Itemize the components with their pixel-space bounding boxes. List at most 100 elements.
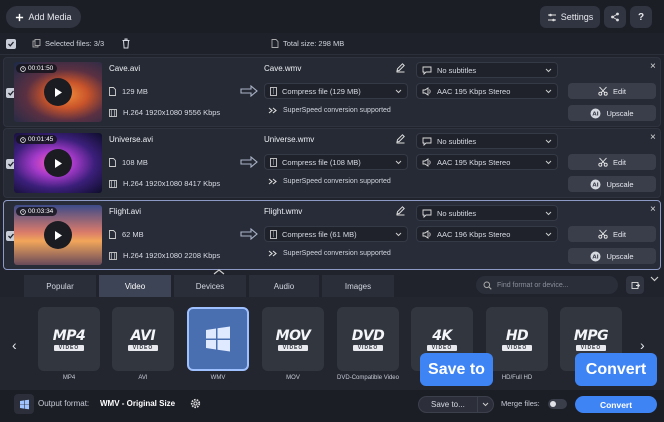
play-button[interactable]	[44, 149, 72, 177]
subtitles-dropdown[interactable]: No subtitles	[416, 133, 558, 149]
output-file-name[interactable]: Cave.wmv	[264, 64, 301, 73]
chevron-down-icon	[395, 160, 402, 165]
compress-icon	[270, 86, 277, 96]
save-to-dropdown-chevron-icon[interactable]	[477, 397, 493, 412]
tab-popular[interactable]: Popular	[24, 275, 96, 297]
audio-dropdown[interactable]: AAC 195 Kbps Stereo	[416, 154, 558, 170]
film-icon	[109, 251, 117, 260]
audio-dropdown[interactable]: AAC 196 Kbps Stereo	[416, 226, 558, 242]
collapse-formats-icon[interactable]	[213, 269, 225, 275]
chevron-down-icon	[545, 160, 552, 165]
compress-dropdown[interactable]: Compress file (129 MB)	[264, 83, 408, 99]
output-format-label: Output format:	[38, 399, 90, 408]
help-button[interactable]: ?	[630, 6, 652, 28]
output-settings-gear-icon[interactable]	[189, 397, 202, 410]
tab-video[interactable]: Video	[99, 275, 171, 297]
duration-badge: 00:03:34	[16, 207, 58, 216]
document-icon	[271, 39, 279, 48]
expand-icon[interactable]	[650, 276, 659, 282]
delete-selected-button[interactable]	[121, 38, 131, 49]
add-media-button[interactable]: Add Media	[6, 6, 81, 28]
duration-badge: 00:01:50	[16, 64, 58, 73]
format-card-mp4[interactable]: MP4 VIDEO	[38, 307, 100, 371]
format-sub: VIDEO	[277, 344, 309, 351]
format-label: AVI	[138, 375, 148, 381]
superspeed-icon	[268, 178, 278, 185]
convert-arrow-icon	[240, 228, 258, 240]
compress-dropdown[interactable]: Compress file (61 MB)	[264, 226, 408, 242]
format-card-hd-full-hd[interactable]: HD VIDEO	[486, 307, 548, 371]
upscale-label: Upscale	[606, 251, 634, 261]
tab-devices[interactable]: Devices	[174, 275, 246, 297]
chevron-down-icon	[545, 232, 552, 237]
compress-dropdown[interactable]: Compress file (108 MB)	[264, 154, 408, 170]
share-button[interactable]	[604, 6, 626, 28]
remove-file-close-icon[interactable]: ×	[650, 204, 656, 215]
play-icon	[53, 230, 63, 241]
edit-button[interactable]: Edit	[568, 83, 656, 99]
help-label: ?	[637, 11, 645, 23]
format-search[interactable]: Find format or device...	[476, 276, 618, 294]
tab-audio[interactable]: Audio	[249, 275, 319, 297]
video-thumbnail[interactable]: 00:01:45	[14, 133, 102, 193]
speaker-icon	[422, 157, 432, 167]
select-all-checkbox[interactable]	[6, 39, 16, 49]
format-settings-button[interactable]	[626, 276, 644, 294]
format-card-wmv[interactable]	[187, 307, 249, 371]
output-format-icon[interactable]	[14, 394, 34, 414]
subtitles-dropdown[interactable]: No subtitles	[416, 205, 558, 221]
ai-icon: AI	[590, 179, 601, 190]
search-input[interactable]: Find format or device...	[497, 282, 569, 289]
edit-button[interactable]: Edit	[568, 154, 656, 170]
remove-file-close-icon[interactable]: ×	[650, 132, 656, 143]
audio-dropdown[interactable]: AAC 195 Kbps Stereo	[416, 83, 558, 99]
rename-pencil-icon[interactable]	[395, 205, 406, 216]
upscale-button[interactable]: AI Upscale	[568, 105, 656, 121]
superspeed-icon	[268, 107, 278, 114]
film-icon	[109, 108, 117, 117]
settings-button[interactable]: Settings	[540, 6, 600, 28]
save-to-callout: Save to	[420, 353, 493, 386]
format-name: MP4	[52, 327, 86, 344]
format-card-avi[interactable]: AVI VIDEO	[112, 307, 174, 371]
output-file-name[interactable]: Universe.wmv	[264, 135, 314, 144]
format-name: MOV	[275, 327, 311, 344]
convert-callout: Convert	[575, 353, 657, 386]
scroll-right-arrow-icon[interactable]: ›	[640, 337, 645, 353]
output-file-name[interactable]: Flight.wmv	[264, 207, 302, 216]
compress-label: Compress file (61 MB)	[282, 229, 357, 239]
upscale-label: Upscale	[606, 179, 634, 189]
upscale-button[interactable]: AI Upscale	[568, 248, 656, 264]
format-card-mov[interactable]: MOV VIDEO	[262, 307, 324, 371]
rename-pencil-icon[interactable]	[395, 133, 406, 144]
scroll-left-arrow-icon[interactable]: ‹	[12, 337, 17, 353]
play-button[interactable]	[44, 78, 72, 106]
superspeed-label: SuperSpeed conversion supported	[283, 250, 391, 257]
save-to-button[interactable]: Save to...	[418, 396, 494, 413]
subtitles-label: No subtitles	[437, 136, 477, 146]
subtitles-icon	[422, 137, 432, 146]
remove-file-close-icon[interactable]: ×	[650, 61, 656, 72]
edit-button[interactable]: Edit	[568, 226, 656, 242]
source-size: 108 MB	[109, 158, 148, 167]
rename-pencil-icon[interactable]	[395, 62, 406, 73]
subtitles-dropdown[interactable]: No subtitles	[416, 62, 558, 78]
format-card-dvd-compatible-video[interactable]: DVD VIDEO	[337, 307, 399, 371]
upscale-button[interactable]: AI Upscale	[568, 176, 656, 192]
merge-files-toggle[interactable]	[548, 399, 567, 409]
compress-icon	[270, 229, 277, 239]
play-button[interactable]	[44, 221, 72, 249]
subtitles-icon	[422, 209, 432, 218]
video-thumbnail[interactable]: 00:03:34	[14, 205, 102, 265]
format-sub: VIDEO	[426, 344, 458, 351]
format-label: WMV	[210, 375, 226, 381]
plus-icon	[15, 13, 24, 22]
format-name: 4K	[432, 327, 452, 344]
superspeed-icon	[268, 250, 278, 257]
convert-button[interactable]: Convert	[575, 396, 657, 413]
tab-images[interactable]: Images	[322, 275, 394, 297]
format-sub: VIDEO	[53, 344, 85, 351]
format-name: DVD	[351, 327, 385, 344]
video-thumbnail[interactable]: 00:01:50	[14, 62, 102, 122]
superspeed-info: SuperSpeed conversion supported	[268, 250, 391, 257]
